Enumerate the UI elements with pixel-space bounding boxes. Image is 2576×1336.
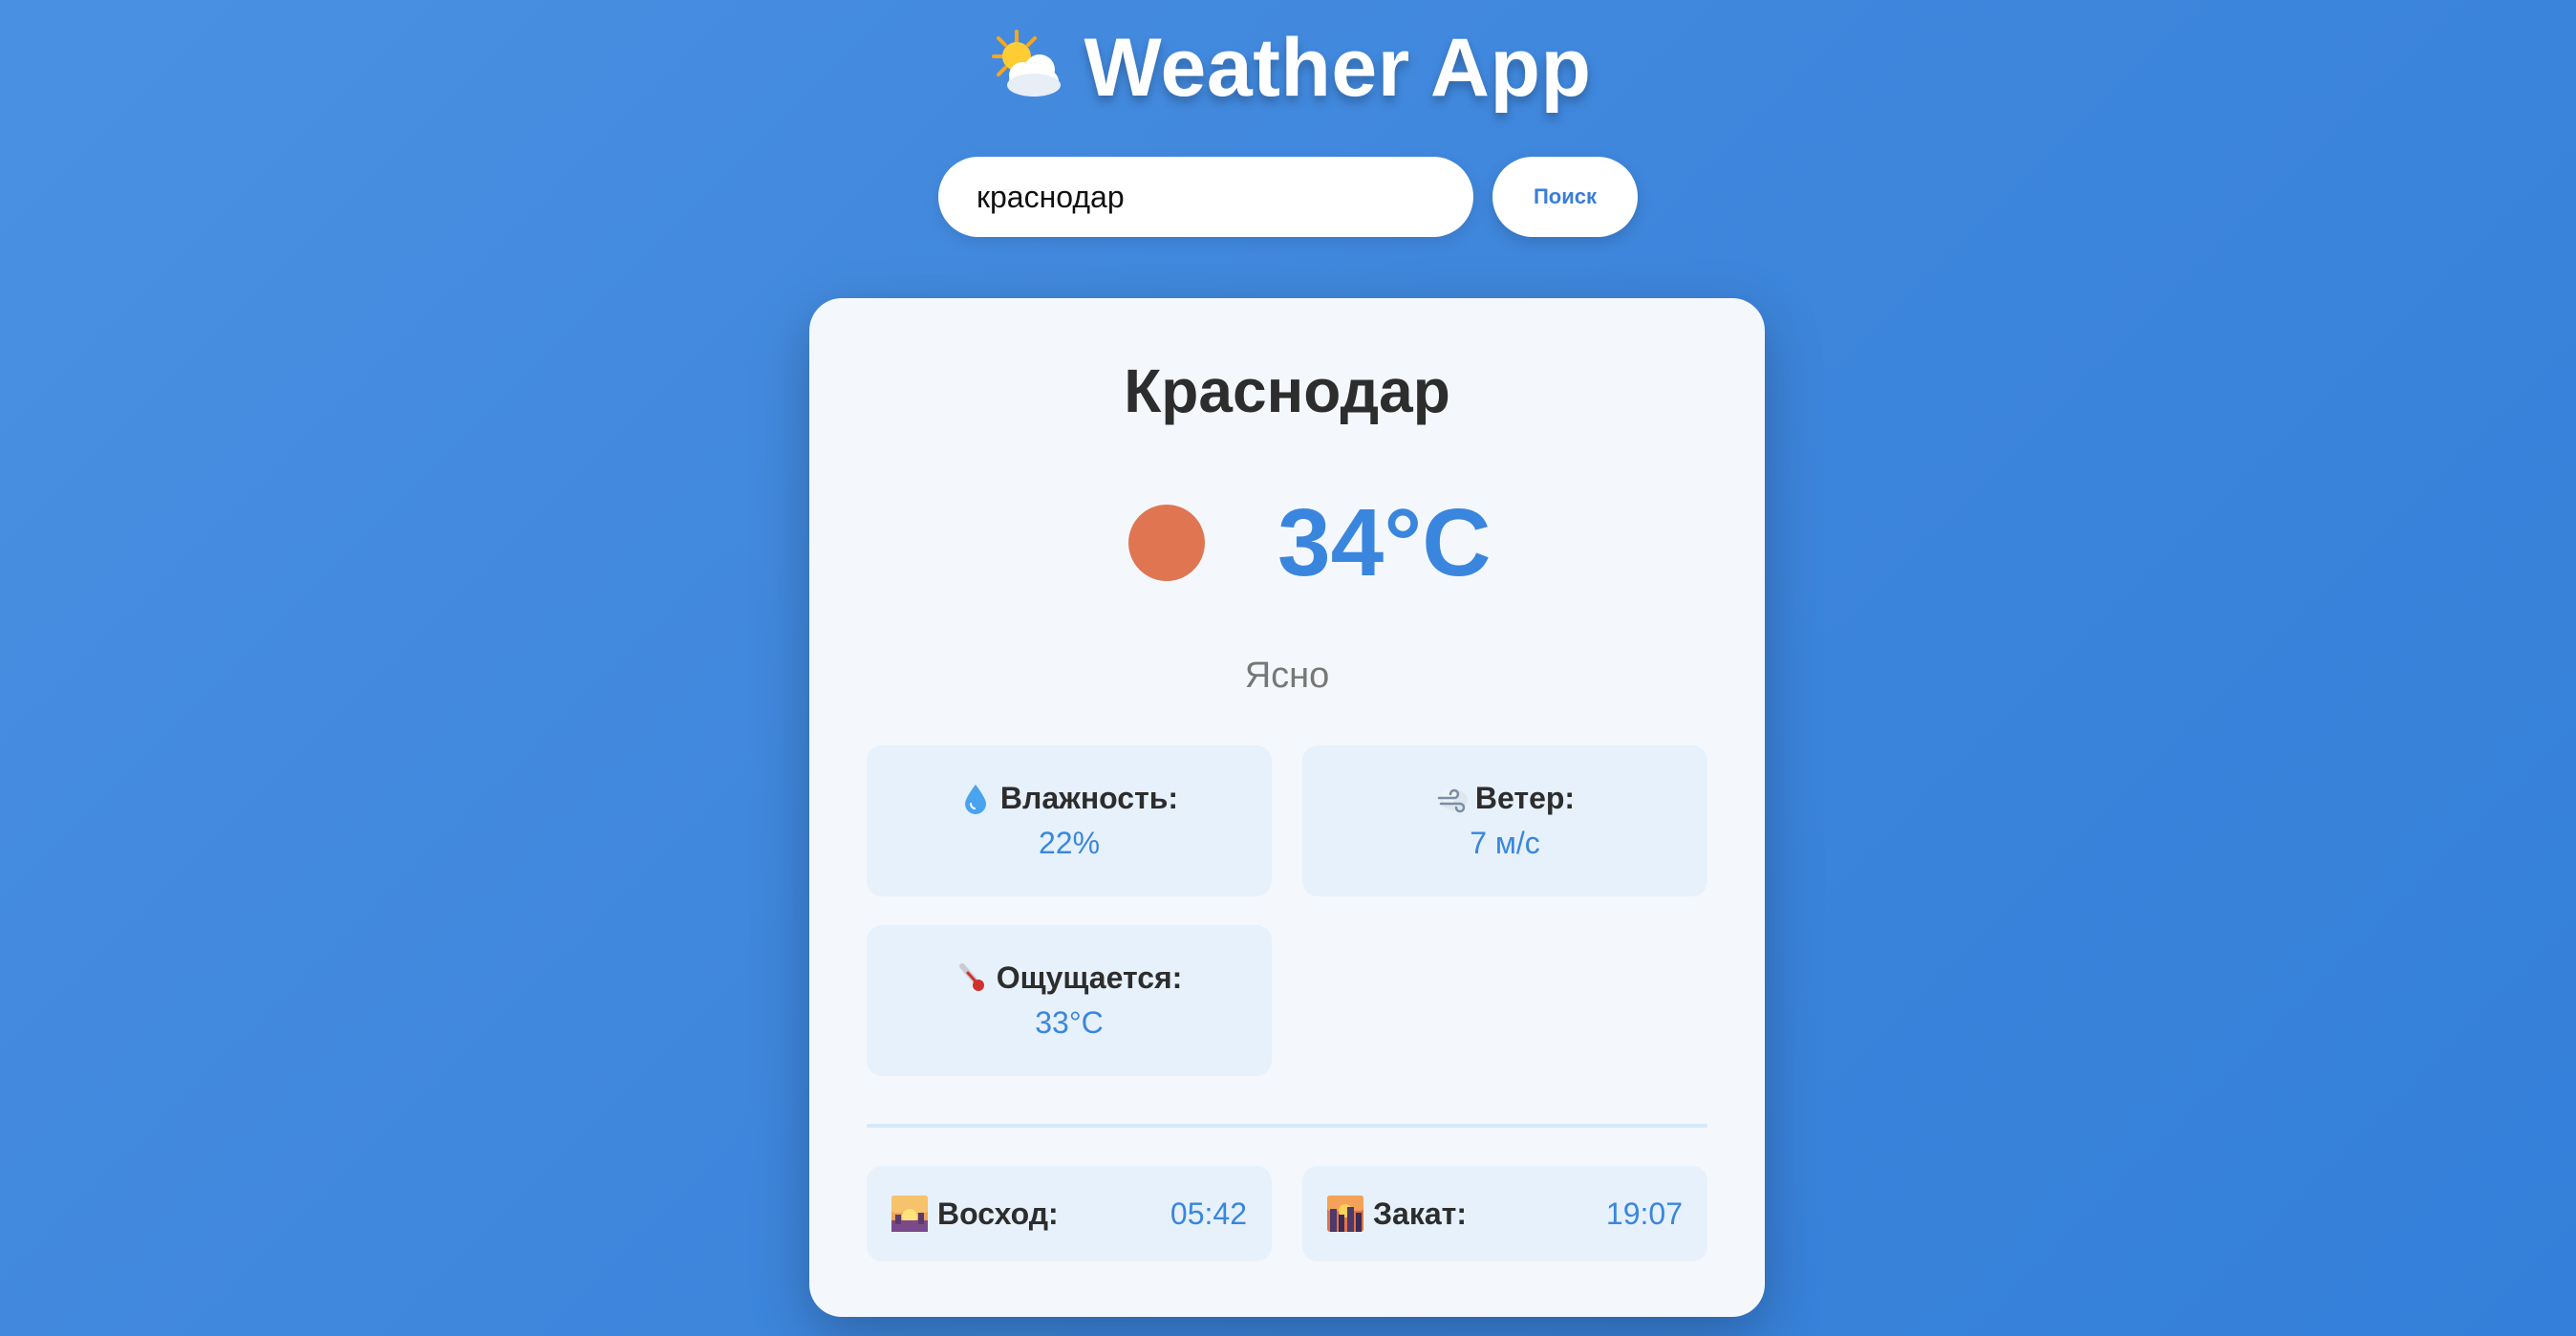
humidity-label: Влажность: <box>999 781 1179 815</box>
wind-box: Ветер: 7 м/с <box>1302 745 1707 896</box>
sunset-box: Закат: 19:07 <box>1302 1166 1707 1261</box>
sunset-label: Закат: <box>1373 1196 1467 1231</box>
sun-icon <box>1128 505 1205 581</box>
search-input[interactable] <box>938 157 1473 237</box>
sunrise-box: Восход: 05:42 <box>867 1166 1272 1261</box>
feels-like-label: Ощущается: <box>996 960 1183 995</box>
wind-icon <box>1435 783 1468 815</box>
sunrise-value: 05:42 <box>1170 1196 1247 1231</box>
app-title: Weather App <box>1084 22 1592 114</box>
wind-value: 7 м/с <box>1470 826 1540 860</box>
temperature: 34°C <box>1277 489 1492 596</box>
sunset-value: 19:07 <box>1605 1196 1683 1231</box>
weather-description: Ясно <box>1244 656 1330 696</box>
divider <box>867 1124 1707 1128</box>
feels-like-box: Ощущается: 33°C <box>867 925 1272 1076</box>
sunset-icon <box>1327 1196 1363 1232</box>
humidity-value: 22% <box>1038 826 1101 860</box>
sunrise-icon <box>891 1196 928 1232</box>
thermometer-icon <box>956 962 987 995</box>
search-bar: Поиск <box>0 157 2576 237</box>
app-header: Weather App <box>0 21 2576 116</box>
feels-like-value: 33°C <box>1035 1005 1104 1040</box>
droplet-icon <box>960 783 991 815</box>
weather-card: Краснодар 34°C Ясно Влажность: 22% Ветер… <box>809 298 1765 1317</box>
wind-label: Ветер: <box>1474 781 1576 815</box>
city-name: Краснодар <box>1124 356 1450 425</box>
sun-behind-cloud-icon <box>984 28 1066 110</box>
sunrise-label: Восход: <box>937 1196 1059 1231</box>
humidity-box: Влажность: 22% <box>867 745 1272 896</box>
search-button[interactable]: Поиск <box>1492 157 1638 237</box>
